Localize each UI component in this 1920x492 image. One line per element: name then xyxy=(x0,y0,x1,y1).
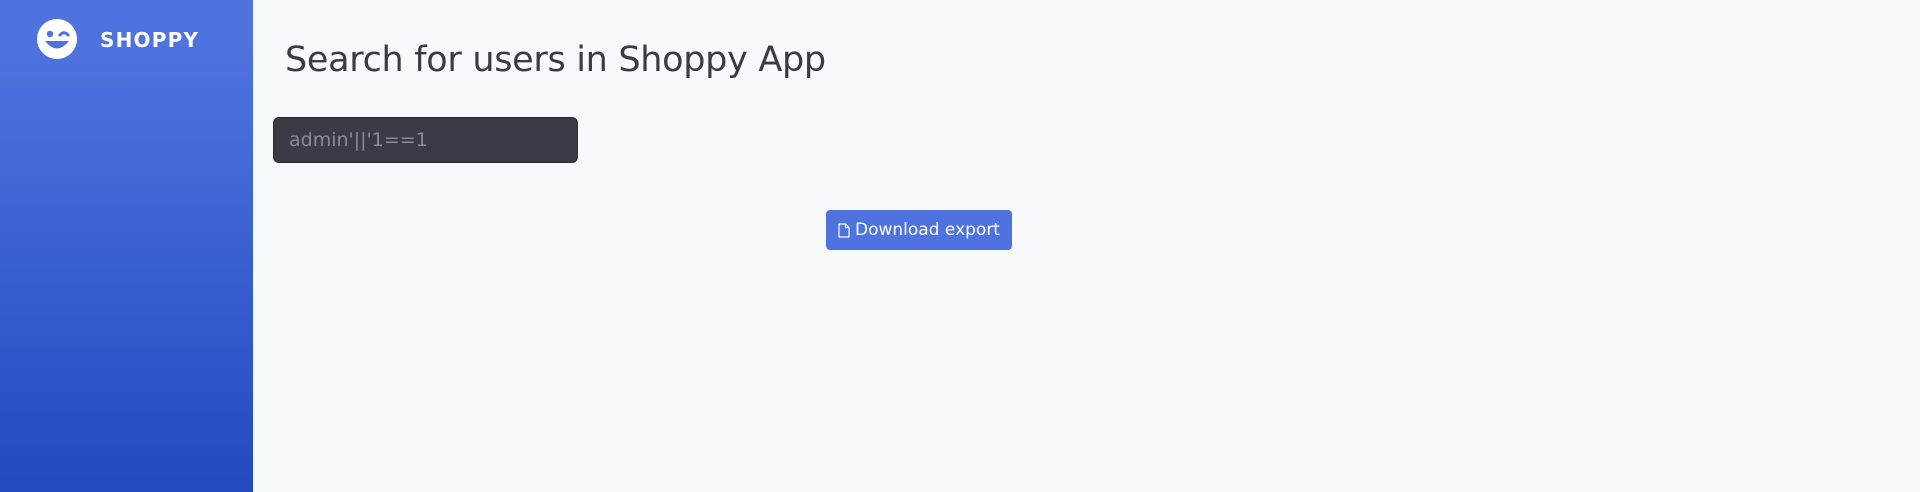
sidebar-brand-link[interactable]: SHOPPY xyxy=(0,0,253,80)
user-search-input[interactable] xyxy=(273,117,578,163)
download-export-button[interactable]: Download export xyxy=(826,210,1012,250)
page-title: Search for users in Shoppy App xyxy=(285,40,826,80)
grin-wink-icon xyxy=(36,18,78,60)
brand-name: SHOPPY xyxy=(100,28,200,52)
main-content: Search for users in Shoppy App Download … xyxy=(253,0,1920,492)
download-export-label: Download export xyxy=(855,220,1000,240)
file-icon xyxy=(838,222,850,238)
app-layout: SHOPPY Search for users in Shoppy App Do… xyxy=(0,0,1920,492)
sidebar: SHOPPY xyxy=(0,0,253,492)
